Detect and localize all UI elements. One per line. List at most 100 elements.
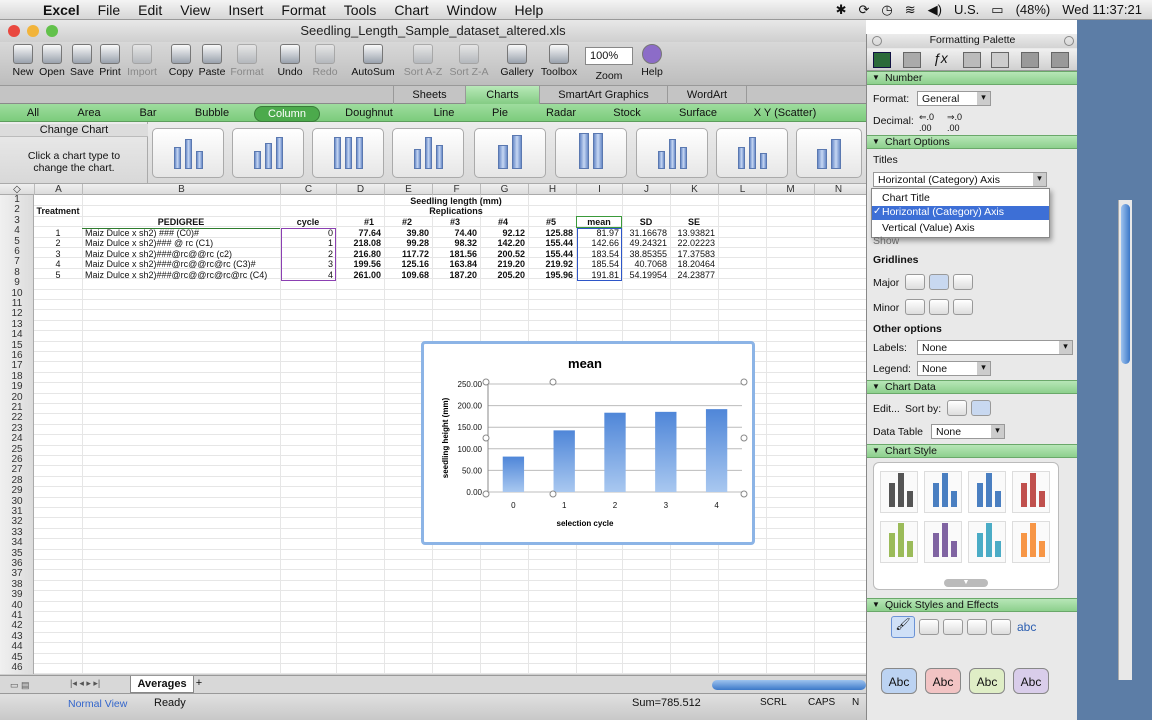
cell-replication[interactable]: 219.92	[528, 259, 576, 269]
cell-pedigree[interactable]: Maiz Dulce x sh2)###@rc@@rc@rc (C3)#	[82, 259, 280, 269]
quick-style-abc-4[interactable]: Abc	[1013, 668, 1049, 694]
help-button[interactable]: Help	[638, 44, 666, 78]
decrease-decimal-icon[interactable]: ⇒.0.00	[947, 112, 962, 133]
menu-chart[interactable]: Chart	[385, 2, 437, 18]
import-button[interactable]: Import	[124, 44, 160, 78]
quick-style-text-effects[interactable]: abc	[1017, 620, 1036, 634]
chart-thumbnail-100-stacked-column[interactable]	[312, 128, 384, 178]
format-painter-button[interactable]: Format	[229, 44, 265, 78]
palette-collapse-icon[interactable]	[1064, 36, 1074, 46]
quick-style-shadow-icon[interactable]	[919, 619, 939, 635]
cell-replication[interactable]: 155.44	[528, 238, 576, 248]
reference-tools-icon[interactable]	[991, 52, 1009, 68]
chart-style-option[interactable]	[924, 471, 962, 513]
tab-smartart[interactable]: SmartArt Graphics	[539, 86, 667, 104]
cell-replication[interactable]: 261.00	[336, 270, 384, 280]
section-chart-style-header[interactable]: Chart Style	[867, 444, 1078, 458]
y-tick-label[interactable]: 100.00	[458, 445, 483, 454]
header-treatment[interactable]: Treatment	[34, 206, 82, 216]
cell-cycle[interactable]: 3	[280, 259, 336, 269]
sort-za-button[interactable]: Sort Z-A	[446, 44, 492, 78]
x-axis-title[interactable]: selection cycle	[557, 519, 614, 528]
cell-se[interactable]: 24.23877	[670, 270, 718, 280]
menu-option-vertical-axis[interactable]: Vertical (Value) Axis	[882, 222, 975, 234]
cell-replication[interactable]: 77.64	[336, 228, 384, 238]
cell-replication[interactable]: 99.28	[384, 238, 432, 248]
selection-handle[interactable]	[482, 490, 490, 498]
category-column[interactable]: Column	[254, 106, 320, 122]
cell-mean[interactable]: 81.97	[576, 228, 622, 238]
column-header[interactable]: I	[576, 184, 622, 195]
cell-sd[interactable]: 49.24321	[622, 238, 670, 248]
cell-replication[interactable]: 195.96	[528, 270, 576, 280]
compatibility-icon[interactable]	[1021, 52, 1039, 68]
category-area[interactable]: Area	[70, 106, 108, 120]
y-tick-label[interactable]: 250.00	[458, 380, 483, 389]
chart-thumbnail-clustered-column[interactable]	[152, 128, 224, 178]
paste-button[interactable]: Paste	[198, 44, 226, 78]
sort-by-rows-button[interactable]	[947, 400, 967, 416]
cell-replication[interactable]: 163.84	[432, 259, 480, 269]
cell-replication[interactable]: 200.52	[480, 249, 528, 259]
category-surface[interactable]: Surface	[672, 106, 724, 120]
column-header[interactable]: N	[814, 184, 862, 195]
header-seedling-length[interactable]: Seedling length (mm)	[336, 196, 576, 206]
cell-treatment[interactable]: 2	[34, 238, 82, 248]
category-xy-scatter[interactable]: X Y (Scatter)	[748, 106, 822, 120]
formula-builder-icon[interactable]: ƒx	[933, 50, 948, 66]
selection-handle[interactable]	[549, 490, 557, 498]
quick-style-3d-icon[interactable]	[991, 619, 1011, 635]
cell-pedigree[interactable]: Maiz Dulce x sh2)###@rc@@rc (c2)	[82, 249, 280, 259]
cell-replication[interactable]: 142.20	[480, 238, 528, 248]
category-all[interactable]: All	[18, 106, 48, 120]
sort-by-columns-button[interactable]	[971, 400, 991, 416]
style-gallery-scroll-icon[interactable]: ▼	[944, 579, 988, 587]
chart-style-option[interactable]	[968, 521, 1006, 563]
cell-se[interactable]: 22.02223	[670, 238, 718, 248]
cell-sd[interactable]: 38.85355	[622, 249, 670, 259]
normal-view-label[interactable]: Normal View	[68, 698, 127, 710]
chart-style-option[interactable]	[880, 521, 918, 563]
quick-style-fill-icon[interactable]: 🖌	[891, 616, 915, 638]
cell-replication[interactable]: 125.16	[384, 259, 432, 269]
toolbox-button[interactable]: Toolbox	[539, 44, 579, 78]
cell-sd[interactable]: 40.7068	[622, 259, 670, 269]
titles-select[interactable]: Horizontal (Category) Axis	[873, 172, 1047, 187]
column-header[interactable]: G	[480, 184, 528, 195]
cell-mean[interactable]: 185.54	[576, 259, 622, 269]
chart-title[interactable]: mean	[568, 356, 602, 371]
time-machine-icon[interactable]: ◷	[881, 2, 892, 18]
number-format-select[interactable]: General	[917, 91, 991, 106]
section-chart-data-header[interactable]: Chart Data	[867, 380, 1078, 394]
quick-style-reflection-icon[interactable]	[967, 619, 987, 635]
major-gridline-vertical-button[interactable]	[953, 274, 973, 290]
bar[interactable]	[553, 430, 575, 492]
minor-gridline-horizontal-button[interactable]	[929, 299, 949, 315]
cell-treatment[interactable]: 5	[34, 270, 82, 280]
bar[interactable]	[655, 411, 677, 492]
volume-icon[interactable]: ◀)	[928, 2, 942, 18]
cell-sd[interactable]: 54.19954	[622, 270, 670, 280]
major-gridline-none-button[interactable]	[905, 274, 925, 290]
header-rep5[interactable]: #5	[528, 217, 576, 227]
bluetooth-icon[interactable]: ✱	[836, 2, 847, 18]
column-chart[interactable]: 250.00 200.00 150.00 100.00 50.00 0.00 0 1 2 3 4 me…	[424, 344, 752, 542]
cell-sd[interactable]: 31.16678	[622, 228, 670, 238]
section-chart-options-header[interactable]: Chart Options	[867, 135, 1078, 149]
menu-window[interactable]: Window	[438, 2, 506, 18]
labels-select[interactable]: None	[917, 340, 1073, 355]
header-pedigree[interactable]: PEDIGREE	[82, 217, 280, 227]
menu-view[interactable]: View	[171, 2, 219, 18]
column-header[interactable]: K	[670, 184, 718, 195]
column-header[interactable]: C	[280, 184, 336, 195]
cell-cycle[interactable]: 0	[280, 228, 336, 238]
x-tick-label[interactable]: 1	[562, 501, 567, 510]
header-rep1[interactable]: #1	[336, 217, 384, 227]
cell-cycle[interactable]: 1	[280, 238, 336, 248]
chart-style-option[interactable]	[968, 471, 1006, 513]
undo-button[interactable]: Undo	[275, 44, 305, 78]
cell-replication[interactable]: 125.88	[528, 228, 576, 238]
cell-replication[interactable]: 74.40	[432, 228, 480, 238]
view-buttons[interactable]: ▭ ▤	[10, 680, 60, 694]
battery-percent[interactable]: (48%)	[1016, 2, 1051, 17]
